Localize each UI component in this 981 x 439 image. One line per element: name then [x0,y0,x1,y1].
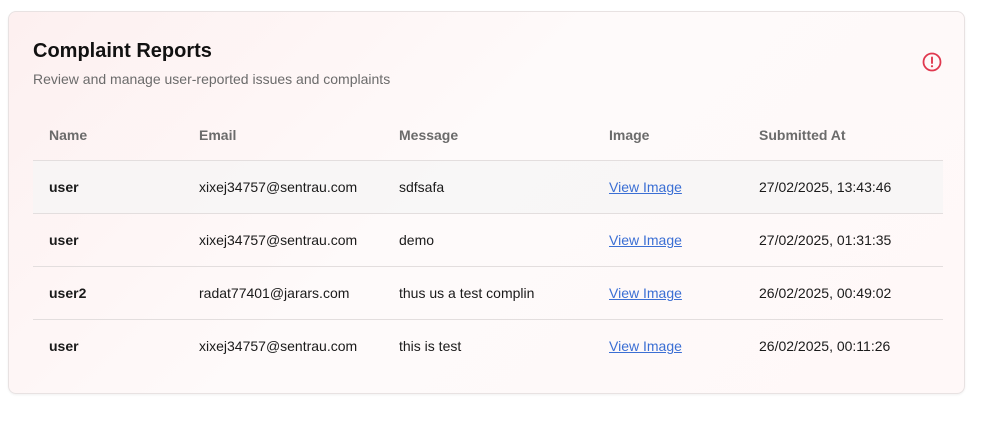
view-image-link[interactable]: View Image [609,338,682,354]
column-header-email: Email [183,110,383,161]
cell-image: View Image [593,320,743,373]
cell-email: xixej34757@sentrau.com [183,160,383,214]
view-image-link[interactable]: View Image [609,232,682,248]
alert-circle-icon [922,52,942,72]
cell-name: user [33,160,183,214]
cell-name: user2 [33,266,183,320]
cell-email: xixej34757@sentrau.com [199,338,358,354]
column-header-name: Name [33,110,183,161]
cell-image: View Image [593,266,743,320]
table-row: user2 radat77401@jarars.com thus us a te… [33,266,943,320]
cell-submitted-at: 27/02/2025, 13:43:46 [743,160,943,214]
cell-image: View Image [593,213,743,267]
cell-email: xixej34757@sentrau.com [183,213,383,267]
page-title: Complaint Reports [33,40,212,62]
column-header-submitted-at: Submitted At [743,110,943,161]
cell-name: user [49,338,79,354]
table-row: user xixej34757@sentrau.com sdfsafa View… [33,160,943,214]
cell-message: this is test [399,338,462,354]
cell-submitted-at: 26/02/2025, 00:11:26 [759,338,891,354]
cell-email: radat77401@jarars.com [183,266,383,320]
cell-message: demo [383,213,593,267]
cell-image: View Image [593,160,743,214]
cell-submitted-at: 26/02/2025, 00:49:02 [743,266,943,320]
column-header-image: Image [593,110,743,161]
complaints-table: Name Email Message Image Submitted At us… [33,110,943,372]
view-image-link[interactable]: View Image [609,285,682,301]
view-image-link[interactable]: View Image [609,179,682,195]
table-header-row: Name Email Message Image Submitted At [33,110,943,161]
cell-name: user [33,213,183,267]
table-row: user xixej34757@sentrau.com this is test… [33,320,943,373]
page-subtitle: Review and manage user-reported issues a… [33,71,391,87]
column-header-message: Message [383,110,593,161]
cell-submitted-at: 27/02/2025, 01:31:35 [743,213,943,267]
complaint-reports-card: Complaint Reports Review and manage user… [8,11,965,394]
cell-message: thus us a test complin [383,266,593,320]
cell-message: sdfsafa [383,160,593,214]
table-row: user xixej34757@sentrau.com demo View Im… [33,213,943,267]
